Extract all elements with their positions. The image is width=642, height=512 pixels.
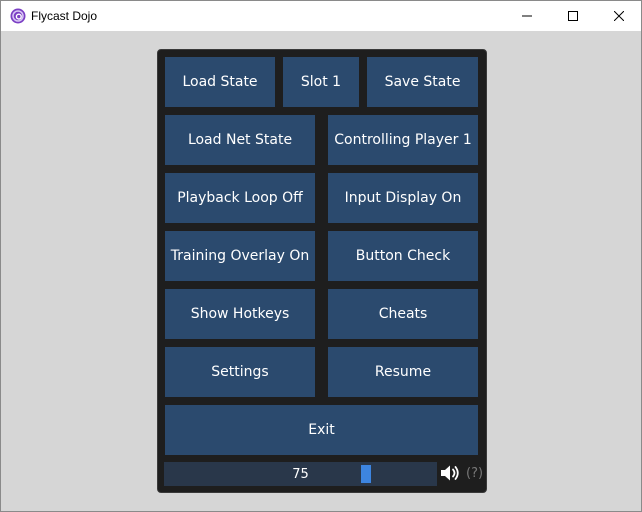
close-button[interactable]: [596, 1, 642, 31]
volume-slider-thumb[interactable]: [361, 465, 371, 483]
app-window: Flycast Dojo Load State Slot 1 Save Stat…: [0, 0, 642, 512]
volume-slider[interactable]: 75: [164, 462, 437, 486]
load-net-state-button[interactable]: Load Net State: [165, 115, 315, 165]
settings-button[interactable]: Settings: [165, 347, 315, 397]
title-bar[interactable]: Flycast Dojo: [1, 1, 641, 31]
volume-help-text[interactable]: (?): [466, 466, 483, 481]
window-title: Flycast Dojo: [31, 9, 98, 23]
close-icon: [614, 11, 624, 21]
minimize-button[interactable]: [504, 1, 550, 31]
minimize-icon: [522, 15, 532, 17]
volume-value: 75: [292, 466, 309, 482]
load-state-button[interactable]: Load State: [165, 57, 275, 107]
resume-button[interactable]: Resume: [328, 347, 478, 397]
flycast-swirl-icon: [10, 8, 26, 24]
button-check-button[interactable]: Button Check: [328, 231, 478, 281]
slot-button[interactable]: Slot 1: [283, 57, 359, 107]
speaker-icon[interactable]: [440, 464, 460, 482]
exit-button[interactable]: Exit: [165, 405, 478, 455]
playback-loop-button[interactable]: Playback Loop Off: [165, 173, 315, 223]
input-display-button[interactable]: Input Display On: [328, 173, 478, 223]
training-overlay-button[interactable]: Training Overlay On: [165, 231, 315, 281]
maximize-icon: [568, 11, 578, 21]
cheats-button[interactable]: Cheats: [328, 289, 478, 339]
controlling-player-button[interactable]: Controlling Player 1: [328, 115, 478, 165]
maximize-button[interactable]: [550, 1, 596, 31]
show-hotkeys-button[interactable]: Show Hotkeys: [165, 289, 315, 339]
save-state-button[interactable]: Save State: [367, 57, 478, 107]
